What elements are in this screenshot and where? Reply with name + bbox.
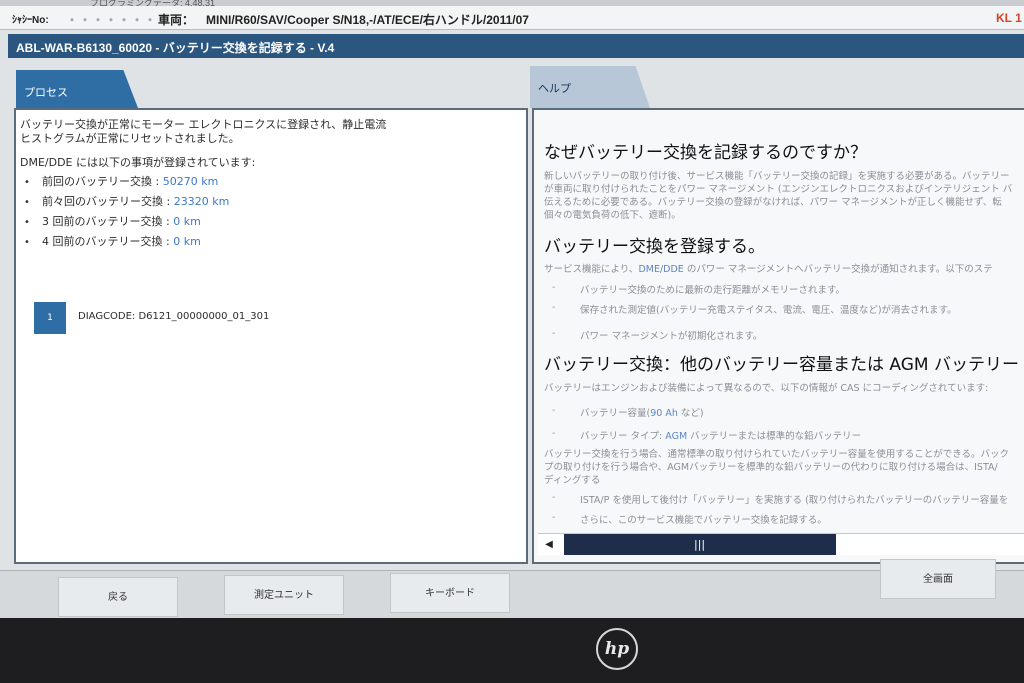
list-item: バッテリー交換のために最新の走行距離がメモリーされます。 [580,285,846,296]
history-value: 0 km [173,215,201,228]
agm-link[interactable]: AGM [665,431,687,442]
help-heading-why: なぜバッテリー交換を記録するのですか？ [544,143,867,163]
fullscreen-button[interactable]: 全画面 [880,559,996,599]
list-item: バッテリー容量(90 Ah など) [580,405,704,419]
page-title: ABL-WAR-B6130_60020 - バッテリー交換を記録する - V.4 [16,41,335,55]
help-heading-register: バッテリー交換を登録する。 [544,237,765,257]
tab-help[interactable]: ヘルプ [530,66,650,108]
hp-logo: hp [596,628,638,670]
vehicle-label: 車両： [158,13,195,27]
bullet-icon: • [24,217,30,228]
tab-help-label: ヘルプ [538,82,571,95]
help-paragraph: バッテリーはエンジンおよび装備によって異なるので、以下の情報が CAS にコーデ… [544,383,989,394]
list-item: • 3 回前のバッテリー交換 : 0 km [24,213,229,233]
bullet-icon: • [24,177,30,188]
diag-number-badge: 1 [34,302,66,334]
diag-code: DIAGCODE: D6121_00000000_01_301 [78,311,270,322]
kl-status: KL 1 [996,11,1022,25]
scroll-thumb[interactable]: ||| [564,534,836,555]
dme-dde-link[interactable]: DME/DDE [638,264,683,275]
dash-icon: - [552,512,556,523]
dash-icon: - [552,282,556,293]
help-heading-agm: バッテリー交換：他のバッテリー容量または AGM バッテリー [544,355,1019,375]
list-item: バッテリー タイプ: AGM バッテリーまたは標準的な鉛バッテリー [580,428,861,442]
history-value: 23320 km [173,195,230,208]
measurement-unit-button[interactable]: 測定ユニット [224,575,344,615]
scroll-left-arrow-icon[interactable]: ◀ [542,538,556,552]
chassis-label: ｼｬｼｰNo: [12,15,49,26]
dash-icon: - [552,405,556,416]
keyboard-button[interactable]: キーボード [390,573,510,613]
list-item: 保存された測定値(バッテリー充電ステイタス、電流、電圧、温度など)が消去されます… [580,305,957,316]
list-item: • 前回のバッテリー交換 : 50270 km [24,173,229,193]
bullet-icon: • [24,197,30,208]
help-paragraph: 伝えるために必要である。バッテリー交換の登録がなければ、パワー マネージメントが… [544,197,1002,208]
help-text: のパワー マネージメントへバッテリー交換が通知されます。以下のステ [683,264,993,275]
dash-icon: - [552,492,556,503]
list-item: さらに、このサービス機能でバッテリー交換を記録する。 [580,515,827,526]
list-item: • 前々回のバッテリー交換 : 23320 km [24,193,229,213]
scroll-grip-icon: ||| [694,538,706,551]
help-panel: なぜバッテリー交換を記録するのですか？ 新しいバッテリーの取り付け後、サービス機… [532,108,1024,564]
process-panel: バッテリー交換が正常にモーター エレクトロニクスに登録され、静止電流 ヒストグラ… [14,108,528,564]
help-paragraph: バッテリー交換を行う場合、通常標準の取り付けられていたバッテリー容量を使用するこ… [544,449,1010,460]
help-text: バッテリー容量( [580,408,651,419]
help-horizontal-scrollbar[interactable]: ◀ ||| [538,533,1024,555]
help-text: バッテリーまたは標準的な鉛バッテリー [687,431,862,442]
help-text: バッテリー タイプ: [580,431,666,442]
history-value: 50270 km [162,175,219,188]
diagnostic-screen: プログラミングデータ: 4.48.31 ｼｬｼｰNo: ・・・・・・・ 車両： … [0,0,1024,618]
history-value: 0 km [173,235,201,248]
bullet-icon: • [24,237,30,248]
help-paragraph: サービス機能により、DME/DDE のパワー マネージメントへバッテリー交換が通… [544,261,993,275]
dash-icon: - [552,428,556,439]
help-paragraph: 新しいバッテリーの取り付け後、サービス機能「バッテリー交換の記録」を実施する必要… [544,171,1010,182]
bottom-button-bar: 戻る 測定ユニット キーボード 全画面 [0,559,1024,618]
history-label: 3 回前のバッテリー交換 : [42,215,174,228]
back-button[interactable]: 戻る [58,577,178,617]
capacity-link[interactable]: 90 Ah [650,408,678,419]
help-paragraph: が車両に取り付けられたことをパワー マネージメント (エンジンエレクトロニクスお… [544,184,1013,195]
tab-process-label: プロセス [24,86,68,99]
history-label: 前々回のバッテリー交換 : [42,195,174,208]
help-text: サービス機能により、 [544,264,639,275]
help-text: など) [677,408,704,419]
chassis-value: ・・・・・・・ [66,13,158,27]
vehicle-info-bar: ｼｬｼｰNo: ・・・・・・・ 車両： MINI/R60/SAV/Cooper … [0,6,1024,30]
list-item: • 4 回前のバッテリー交換 : 0 km [24,233,229,253]
help-paragraph: ディングする [544,475,601,486]
dash-icon: - [552,328,556,339]
process-message-line2: ヒストグラムが正常にリセットされました。 [20,132,240,145]
help-paragraph: プの取り付けを行う場合や、AGMバッテリーを標準的な鉛バッテリーの代わりに取り付… [544,462,998,473]
laptop-bezel [0,618,1024,683]
dash-icon: - [552,302,556,313]
list-item: パワー マネージメントが初期化されます。 [580,331,763,342]
battery-history-list: • 前回のバッテリー交換 : 50270 km • 前々回のバッテリー交換 : 23… [24,173,229,253]
history-label: 前回のバッテリー交換 : [42,175,163,188]
help-paragraph: 個々の電気負荷の低下、遮断)。 [544,210,681,221]
process-intro: DME/DDE には以下の事項が登録されています: [20,156,256,169]
history-label: 4 回前のバッテリー交換 : [42,235,174,248]
vehicle-value: MINI/R60/SAV/Cooper S/N18,-/AT/ECE/右ハンドル… [206,13,529,27]
list-item: ISTA/P を使用して後付け「バッテリー」を実施する (取り付けられたバッテリ… [580,495,1009,506]
tab-process[interactable]: プロセス [16,70,138,108]
page-title-bar: ABL-WAR-B6130_60020 - バッテリー交換を記録する - V.4 [8,34,1024,58]
